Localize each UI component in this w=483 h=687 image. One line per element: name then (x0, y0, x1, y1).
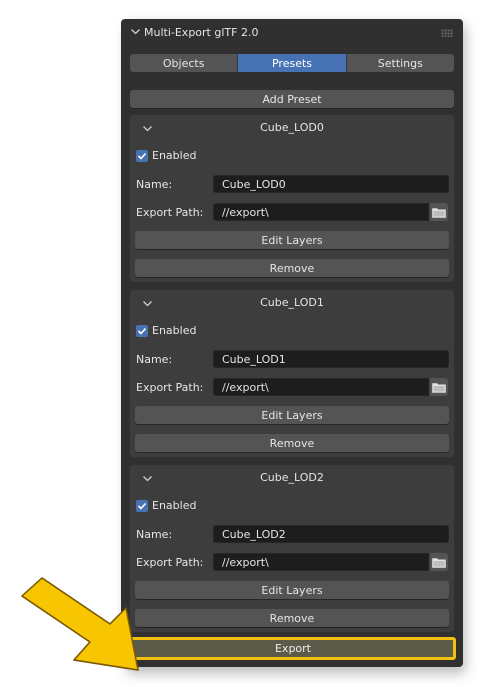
multi-export-panel: Multi-Export glTF 2.0 Objects Presets Se… (121, 19, 463, 667)
preset-title: Cube_LOD2 (260, 471, 324, 484)
export-path-label: Export Path: (136, 556, 204, 569)
checkmark-icon (137, 327, 147, 335)
enabled-label: Enabled (152, 149, 197, 162)
folder-icon (432, 557, 446, 568)
chevron-down-icon[interactable] (130, 26, 141, 37)
export-path-field[interactable]: //export\ (213, 203, 429, 221)
drag-handle-icon[interactable] (441, 29, 453, 37)
remove-button[interactable]: Remove (135, 259, 449, 277)
add-preset-button[interactable]: Add Preset (130, 90, 454, 108)
preset-box: Cube_LOD2 Enabled Name: Cube_LOD2 Export… (130, 465, 454, 632)
name-field[interactable]: Cube_LOD1 (213, 350, 449, 368)
folder-browse-button[interactable] (430, 378, 448, 396)
tab-bar: Objects Presets Settings (130, 54, 454, 72)
enabled-label: Enabled (152, 324, 197, 337)
remove-button[interactable]: Remove (135, 609, 449, 627)
remove-button[interactable]: Remove (135, 434, 449, 452)
preset-box: Cube_LOD0 Enabled Name: Cube_LOD0 Export… (130, 115, 454, 282)
name-label: Name: (136, 178, 173, 191)
export-path-field[interactable]: //export\ (213, 553, 429, 571)
edit-layers-button[interactable]: Edit Layers (135, 406, 449, 424)
tab-presets[interactable]: Presets (238, 54, 347, 72)
checkmark-icon (137, 502, 147, 510)
panel-header[interactable]: Multi-Export glTF 2.0 (121, 19, 463, 47)
export-path-field[interactable]: //export\ (213, 378, 429, 396)
export-path-label: Export Path: (136, 381, 204, 394)
folder-browse-button[interactable] (430, 203, 448, 221)
enabled-label: Enabled (152, 499, 197, 512)
enabled-checkbox[interactable] (136, 150, 148, 162)
name-field[interactable]: Cube_LOD0 (213, 175, 449, 193)
preset-title: Cube_LOD1 (260, 296, 324, 309)
tab-objects[interactable]: Objects (130, 54, 239, 72)
folder-browse-button[interactable] (430, 553, 448, 571)
preset-box: Cube_LOD1 Enabled Name: Cube_LOD1 Export… (130, 290, 454, 457)
folder-icon (432, 207, 446, 218)
preset-title: Cube_LOD0 (260, 121, 324, 134)
checkmark-icon (137, 152, 147, 160)
export-path-label: Export Path: (136, 206, 204, 219)
enabled-checkbox[interactable] (136, 325, 148, 337)
folder-icon (432, 382, 446, 393)
name-label: Name: (136, 353, 173, 366)
tab-settings[interactable]: Settings (346, 54, 454, 72)
edit-layers-button[interactable]: Edit Layers (135, 231, 449, 249)
name-label: Name: (136, 528, 173, 541)
panel-title: Multi-Export glTF 2.0 (144, 26, 259, 39)
enabled-checkbox[interactable] (136, 500, 148, 512)
edit-layers-button[interactable]: Edit Layers (135, 581, 449, 599)
export-button[interactable]: Export (130, 637, 456, 660)
name-field[interactable]: Cube_LOD2 (213, 525, 449, 543)
